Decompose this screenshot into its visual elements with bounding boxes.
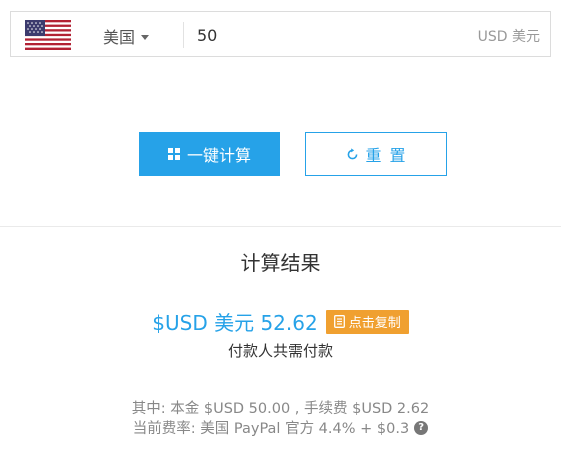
reset-button[interactable]: 重置 — [305, 132, 447, 176]
breakdown-text: 其中: 本金 $USD 50.00 , 手续费 $USD 2.62 — [131, 401, 430, 417]
total-row: $USD 美元 52.62 点击复制 — [0, 307, 561, 336]
caret-down-icon — [141, 34, 150, 40]
amount-input[interactable] — [195, 20, 449, 50]
grid-icon — [167, 147, 180, 160]
copy-button-label: 点击复制 — [348, 316, 401, 331]
copy-icon — [333, 315, 345, 328]
us-flag-icon — [25, 20, 71, 50]
country-select[interactable]: 美国 — [103, 24, 150, 48]
help-icon[interactable]: ? — [414, 420, 429, 435]
rate-row: 当前费率: 美国 PayPal 官方 4.4% + $0.3 ? — [0, 417, 561, 438]
section-divider — [0, 226, 561, 227]
country-select-label: 美国 — [103, 28, 136, 47]
calculate-button-label: 一键计算 — [186, 146, 251, 165]
currency-input-row: 美国 USD 美元 — [10, 11, 551, 57]
calculate-button[interactable]: 一键计算 — [139, 132, 280, 176]
currency-unit-label: USD 美元 — [477, 29, 540, 45]
field-divider — [183, 22, 184, 48]
reset-button-label: 重置 — [365, 146, 414, 165]
result-title: 计算结果 — [240, 251, 321, 275]
rate-text: 当前费率: 美国 PayPal 官方 4.4% + $0.3 — [132, 421, 410, 437]
copy-button[interactable]: 点击复制 — [325, 309, 409, 334]
refresh-icon — [348, 147, 358, 159]
payer-note: 付款人共需付款 — [227, 342, 333, 360]
total-amount: $USD 美元 52.62 — [152, 311, 318, 335]
